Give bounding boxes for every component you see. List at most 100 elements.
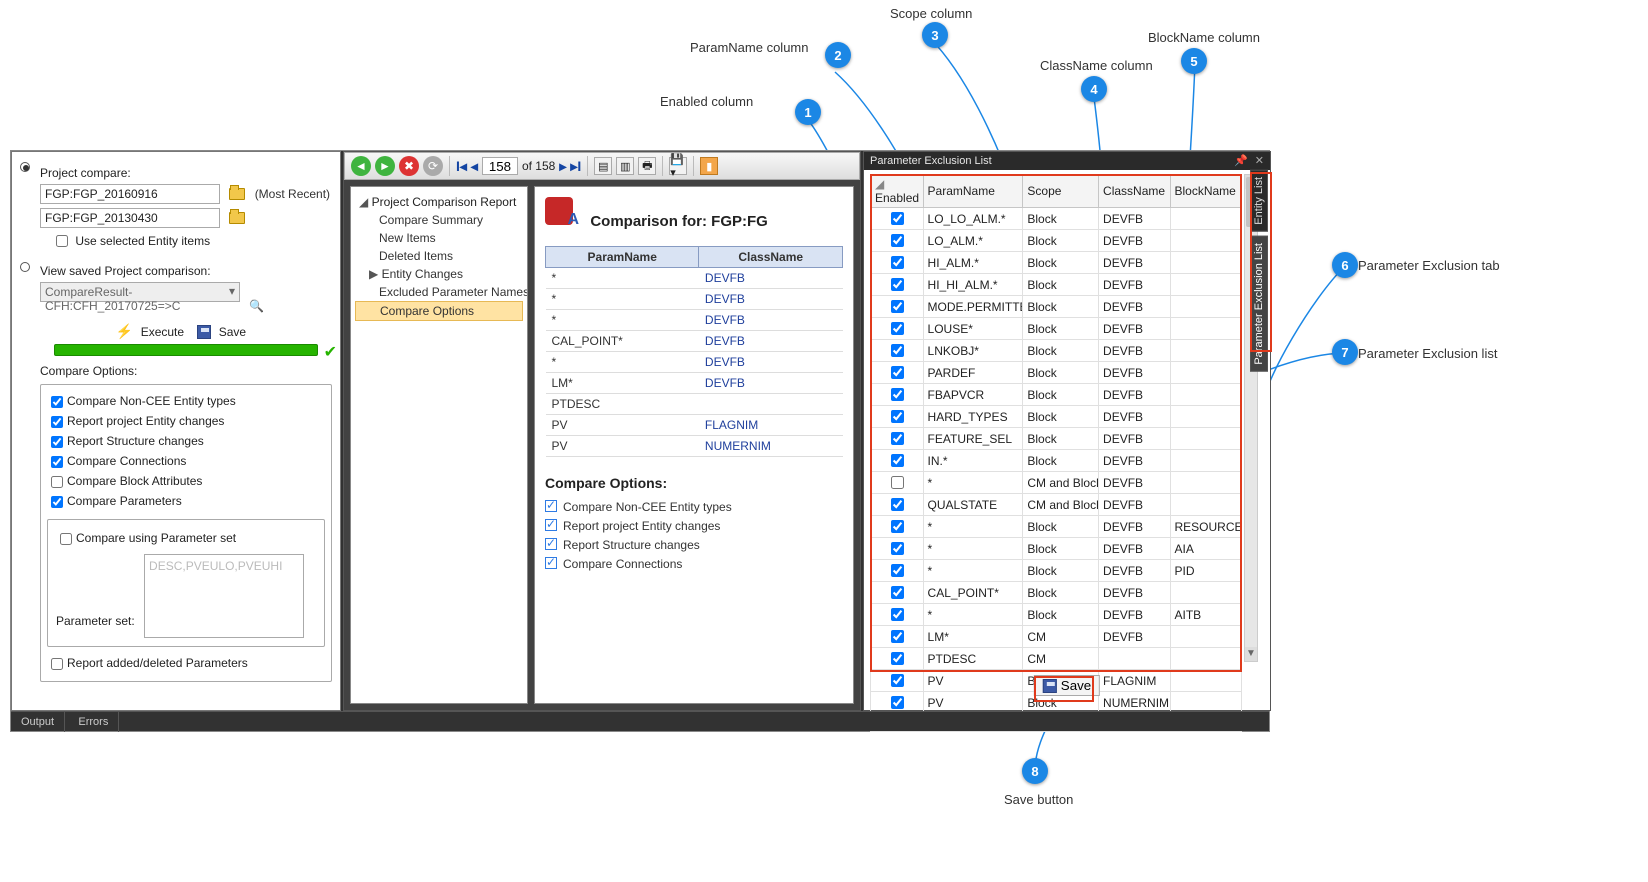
row-scope[interactable]: Block: [1023, 604, 1099, 626]
page-next-icon[interactable]: ▸: [559, 158, 566, 175]
saved-comparison-combo[interactable]: CompareResult-CFH:CFH_20170725=>C: [40, 282, 240, 302]
table-row[interactable]: PTDESCCM: [871, 648, 1242, 670]
row-enabled-checkbox[interactable]: [891, 586, 904, 599]
row-paramname[interactable]: LOUSE*: [923, 318, 1023, 340]
row-blockname[interactable]: [1170, 384, 1242, 406]
row-paramname[interactable]: HI_HI_ALM.*: [923, 274, 1023, 296]
row-enabled-checkbox[interactable]: [891, 234, 904, 247]
row-enabled-checkbox[interactable]: [891, 300, 904, 313]
project1-input[interactable]: FGP:FGP_20160916: [40, 184, 220, 204]
row-paramname[interactable]: IN.*: [923, 450, 1023, 472]
nav-back-icon[interactable]: ◄: [351, 156, 371, 176]
row-classname[interactable]: DEVFB: [1099, 318, 1170, 340]
table-row[interactable]: *CM and BlockDEVFB: [871, 472, 1242, 494]
row-classname[interactable]: DEVFB: [1099, 560, 1170, 582]
row-enabled-checkbox[interactable]: [891, 454, 904, 467]
table-row[interactable]: LO_ALM.*BlockDEVFB: [871, 230, 1242, 252]
row-paramname[interactable]: FBAPVCR: [923, 384, 1023, 406]
row-scope[interactable]: CM and Block: [1023, 472, 1099, 494]
th-blockname[interactable]: BlockName: [1170, 175, 1242, 208]
row-scope[interactable]: Block: [1023, 296, 1099, 318]
row-paramname[interactable]: LNKOBJ*: [923, 340, 1023, 362]
row-scope[interactable]: CM: [1023, 626, 1099, 648]
row-blockname[interactable]: [1170, 406, 1242, 428]
save-button[interactable]: Save: [1034, 675, 1100, 696]
row-classname[interactable]: DEVFB: [1099, 450, 1170, 472]
row-paramname[interactable]: *: [923, 560, 1023, 582]
row-blockname[interactable]: AITB: [1170, 604, 1242, 626]
row-paramname[interactable]: PV: [923, 670, 1023, 692]
row-scope[interactable]: Block: [1023, 208, 1099, 230]
row-paramname[interactable]: LO_LO_ALM.*: [923, 208, 1023, 230]
row-scope[interactable]: Block: [1023, 516, 1099, 538]
tree-excluded-params[interactable]: Excluded Parameter Names: [355, 283, 523, 301]
tool-print-icon[interactable]: 🖶: [638, 157, 656, 175]
page-input[interactable]: [482, 157, 518, 175]
table-row[interactable]: QUALSTATECM and BlockDEVFB: [871, 494, 1242, 516]
row-classname[interactable]: DEVFB: [1099, 604, 1170, 626]
row-classname[interactable]: DEVFB: [1099, 252, 1170, 274]
opt-struct[interactable]: [51, 436, 63, 448]
refresh-icon[interactable]: ⟳: [423, 156, 443, 176]
table-row[interactable]: MODE.PERMITTEDBlockDEVFB: [871, 296, 1242, 318]
row-blockname[interactable]: [1170, 208, 1242, 230]
row-classname[interactable]: DEVFB: [1099, 384, 1170, 406]
row-paramname[interactable]: FEATURE_SEL: [923, 428, 1023, 450]
row-paramname[interactable]: LM*: [923, 626, 1023, 648]
row-scope[interactable]: Block: [1023, 362, 1099, 384]
table-row[interactable]: HI_ALM.*BlockDEVFB: [871, 252, 1242, 274]
row-enabled-checkbox[interactable]: [891, 366, 904, 379]
row-scope[interactable]: Block: [1023, 538, 1099, 560]
page-prev-icon[interactable]: ◂: [471, 158, 478, 175]
row-blockname[interactable]: RESOURCE: [1170, 516, 1242, 538]
row-enabled-checkbox[interactable]: [891, 322, 904, 335]
row-blockname[interactable]: [1170, 252, 1242, 274]
opt-entchanges[interactable]: [51, 416, 63, 428]
row-scope[interactable]: CM: [1023, 648, 1099, 670]
row-classname[interactable]: [1099, 648, 1170, 670]
tree-entity-changes[interactable]: Entity Changes: [355, 265, 523, 283]
row-blockname[interactable]: [1170, 428, 1242, 450]
row-classname[interactable]: DEVFB: [1099, 582, 1170, 604]
row-paramname[interactable]: CAL_POINT*: [923, 582, 1023, 604]
row-enabled-checkbox[interactable]: [891, 278, 904, 291]
search-icon[interactable]: 🔍: [249, 299, 264, 313]
row-blockname[interactable]: [1170, 296, 1242, 318]
row-classname[interactable]: DEVFB: [1099, 472, 1170, 494]
opt-blockattr[interactable]: [51, 476, 63, 488]
opt-noncee[interactable]: [51, 396, 63, 408]
row-classname[interactable]: DEVFB: [1099, 428, 1170, 450]
folder-icon[interactable]: [229, 212, 245, 224]
table-row[interactable]: FBAPVCRBlockDEVFB: [871, 384, 1242, 406]
scroll-down-icon[interactable]: ▼: [1245, 647, 1257, 661]
row-blockname[interactable]: [1170, 362, 1242, 384]
row-blockname[interactable]: [1170, 626, 1242, 648]
row-paramname[interactable]: LO_ALM.*: [923, 230, 1023, 252]
row-classname[interactable]: DEVFB: [1099, 516, 1170, 538]
panel-pin-icon[interactable]: 📌: [1234, 155, 1248, 167]
row-enabled-checkbox[interactable]: [891, 652, 904, 665]
table-row[interactable]: *BlockDEVFBRESOURCE: [871, 516, 1242, 538]
tree-compare-summary[interactable]: Compare Summary: [355, 211, 523, 229]
row-classname[interactable]: DEVFB: [1099, 296, 1170, 318]
row-scope[interactable]: CM and Block: [1023, 494, 1099, 516]
table-row[interactable]: *BlockDEVFBAITB: [871, 604, 1242, 626]
row-classname[interactable]: DEVFB: [1099, 362, 1170, 384]
table-row[interactable]: *BlockDEVFBAIA: [871, 538, 1242, 560]
row-enabled-checkbox[interactable]: [891, 476, 904, 489]
tree-deleted-items[interactable]: Deleted Items: [355, 247, 523, 265]
row-blockname[interactable]: [1170, 472, 1242, 494]
th-paramname[interactable]: ParamName: [923, 175, 1023, 208]
row-enabled-checkbox[interactable]: [891, 520, 904, 533]
tree-new-items[interactable]: New Items: [355, 229, 523, 247]
opt-report-adddel[interactable]: [51, 658, 63, 670]
exclusion-grid[interactable]: ◢Enabled ParamName Scope ClassName Block…: [870, 174, 1242, 732]
status-errors-tab[interactable]: Errors: [68, 712, 119, 732]
tree-compare-options[interactable]: Compare Options: [355, 301, 523, 321]
row-enabled-checkbox[interactable]: [891, 564, 904, 577]
th-scope[interactable]: Scope: [1023, 175, 1099, 208]
table-row[interactable]: LOUSE*BlockDEVFB: [871, 318, 1242, 340]
side-tab-param-exclusion[interactable]: Parameter Exclusion List: [1250, 236, 1268, 372]
row-scope[interactable]: Block: [1023, 406, 1099, 428]
row-enabled-checkbox[interactable]: [891, 388, 904, 401]
